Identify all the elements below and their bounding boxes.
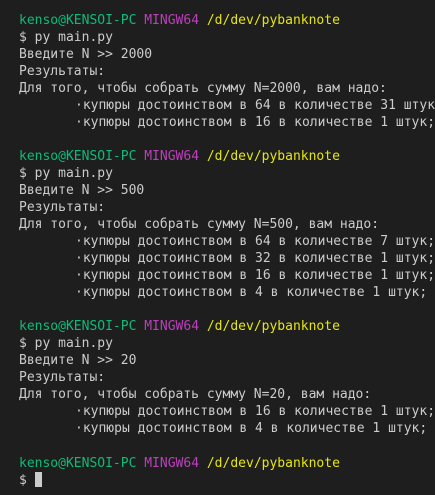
command-text: py main.py xyxy=(34,166,113,181)
command-text: py main.py xyxy=(34,336,113,351)
prompt-path: /d/dev/pybanknote xyxy=(206,149,340,164)
summary-line: Для того, чтобы собрать сумму N=20, вам … xyxy=(19,387,372,402)
prompt-line: kenso@KENSOI-PC MINGW64 /d/dev/pybanknot… xyxy=(19,455,340,472)
results-header: Результаты: xyxy=(19,64,106,79)
terminal-window[interactable]: kenso@KENSOI-PC MINGW64 /d/dev/pybanknot… xyxy=(0,0,435,495)
results-header: Результаты: xyxy=(19,370,106,385)
result-item: ·купюры достоинством в 4 в количестве 1 … xyxy=(75,421,428,436)
prompt-path: /d/dev/pybanknote xyxy=(206,319,340,334)
prompt-symbol: $ xyxy=(19,166,27,181)
prompt-env: MINGW64 xyxy=(144,456,200,471)
prompt-user-host: kenso@KENSOI-PC xyxy=(19,13,137,28)
results-header: Результаты: xyxy=(19,200,106,215)
result-item: ·купюры достоинством в 64 в количестве 3… xyxy=(75,98,435,113)
prompt-line: kenso@KENSOI-PC MINGW64 /d/dev/pybanknot… xyxy=(19,12,340,29)
input-line: Введите N >> 20 xyxy=(19,353,137,368)
result-item: ·купюры достоинством в 16 в количестве 1… xyxy=(75,268,435,283)
prompt-symbol: $ xyxy=(19,30,27,45)
prompt-line: kenso@KENSOI-PC MINGW64 /d/dev/pybanknot… xyxy=(19,148,340,165)
prompt-env: MINGW64 xyxy=(144,13,200,28)
prompt-user-host: kenso@KENSOI-PC xyxy=(19,319,137,334)
command-text: py main.py xyxy=(34,30,113,45)
result-item: ·купюры достоинством в 32 в количестве 1… xyxy=(75,251,435,266)
prompt-symbol: $ xyxy=(19,473,27,488)
prompt-user-host: kenso@KENSOI-PC xyxy=(19,456,137,471)
prompt-user-host: kenso@KENSOI-PC xyxy=(19,149,137,164)
result-item: ·купюры достоинством в 4 в количестве 1 … xyxy=(75,285,428,300)
prompt-env: MINGW64 xyxy=(144,149,200,164)
command-line: $ py main.py xyxy=(19,165,113,182)
prompt-env: MINGW64 xyxy=(144,319,200,334)
result-item: ·купюры достоинством в 64 в количестве 7… xyxy=(75,234,435,249)
command-line: $ py main.py xyxy=(19,29,113,46)
summary-line: Для того, чтобы собрать сумму N=500, вам… xyxy=(19,217,380,232)
command-line: $ py main.py xyxy=(19,335,113,352)
active-command-line[interactable]: $ xyxy=(19,472,42,489)
prompt-path: /d/dev/pybanknote xyxy=(206,456,340,471)
result-item: ·купюры достоинством в 16 в количестве 1… xyxy=(75,115,435,130)
summary-line: Для того, чтобы собрать сумму N=2000, ва… xyxy=(19,81,387,96)
text-cursor[interactable] xyxy=(34,472,42,487)
prompt-line: kenso@KENSOI-PC MINGW64 /d/dev/pybanknot… xyxy=(19,318,340,335)
input-line: Введите N >> 2000 xyxy=(19,47,153,62)
result-item: ·купюры достоинством в 16 в количестве 1… xyxy=(75,404,435,419)
prompt-symbol: $ xyxy=(19,336,27,351)
input-line: Введите N >> 500 xyxy=(19,183,145,198)
prompt-path: /d/dev/pybanknote xyxy=(206,13,340,28)
